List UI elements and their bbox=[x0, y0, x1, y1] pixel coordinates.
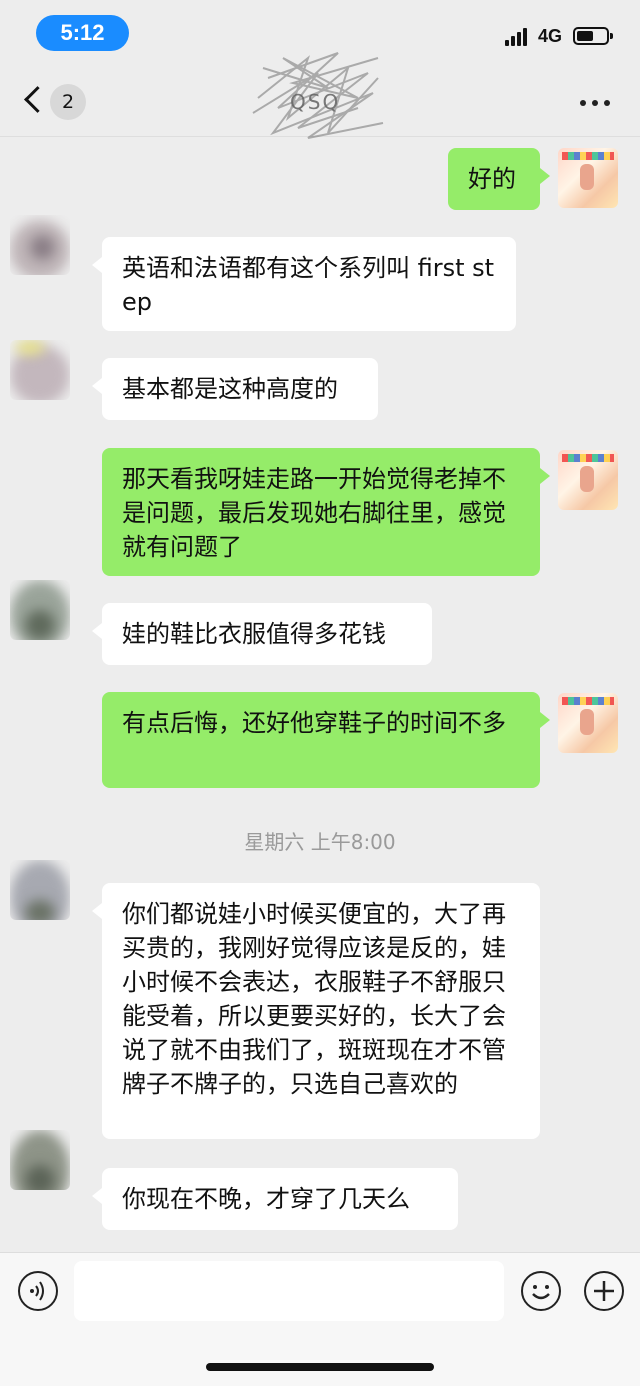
contact-avatar[interactable] bbox=[10, 215, 70, 275]
network-label: 4G bbox=[538, 26, 563, 46]
status-time: 5:12 bbox=[36, 15, 129, 51]
battery-icon bbox=[573, 27, 613, 45]
home-indicator bbox=[206, 1363, 434, 1371]
emoji-button[interactable] bbox=[521, 1271, 561, 1311]
message-input[interactable] bbox=[74, 1261, 504, 1321]
emoji-icon bbox=[532, 1285, 550, 1300]
voice-icon bbox=[30, 1281, 44, 1301]
my-avatar[interactable] bbox=[558, 693, 618, 753]
chat-header: 2 QSQ bbox=[0, 52, 640, 139]
unread-count-badge: 2 bbox=[50, 84, 86, 120]
message-bubble[interactable]: 基本都是这种高度的 bbox=[92, 358, 378, 420]
message-bubble[interactable]: 你们都说娃小时候买便宜的，大了再买贵的，我刚好觉得应该是反的，娃小时候不会表达，… bbox=[92, 883, 540, 1139]
voice-button[interactable] bbox=[18, 1271, 58, 1311]
message-bubble[interactable]: 好的 bbox=[448, 148, 550, 210]
message-bubble[interactable]: 你现在不晚，才穿了几天么 bbox=[92, 1168, 458, 1230]
more-options-button[interactable] bbox=[580, 100, 612, 110]
contact-avatar[interactable] bbox=[10, 860, 70, 920]
back-chevron-icon bbox=[24, 86, 51, 113]
contact-avatar[interactable] bbox=[10, 1130, 70, 1190]
signal-icon bbox=[505, 28, 531, 46]
message-bubble[interactable]: 那天看我呀娃走路一开始觉得老掉不是问题，最后发现她右脚往里，感觉就有问题了 bbox=[102, 448, 550, 576]
title-redaction-scribble bbox=[252, 52, 384, 139]
my-avatar[interactable] bbox=[558, 450, 618, 510]
message-timestamp: 星期六 上午8:00 bbox=[244, 830, 396, 854]
message-bubble[interactable]: 有点后悔，还好他穿鞋子的时间不多 bbox=[102, 692, 550, 788]
plus-icon bbox=[594, 1281, 614, 1301]
contact-avatar[interactable] bbox=[10, 580, 70, 640]
my-avatar[interactable] bbox=[558, 148, 618, 208]
message-bubble[interactable]: 英语和法语都有这个系列叫 first step bbox=[92, 237, 516, 331]
back-button[interactable]: 2 bbox=[18, 84, 88, 122]
plus-button[interactable] bbox=[584, 1271, 624, 1311]
contact-avatar[interactable] bbox=[10, 340, 70, 400]
message-bubble[interactable]: 娃的鞋比衣服值得多花钱 bbox=[92, 603, 432, 665]
